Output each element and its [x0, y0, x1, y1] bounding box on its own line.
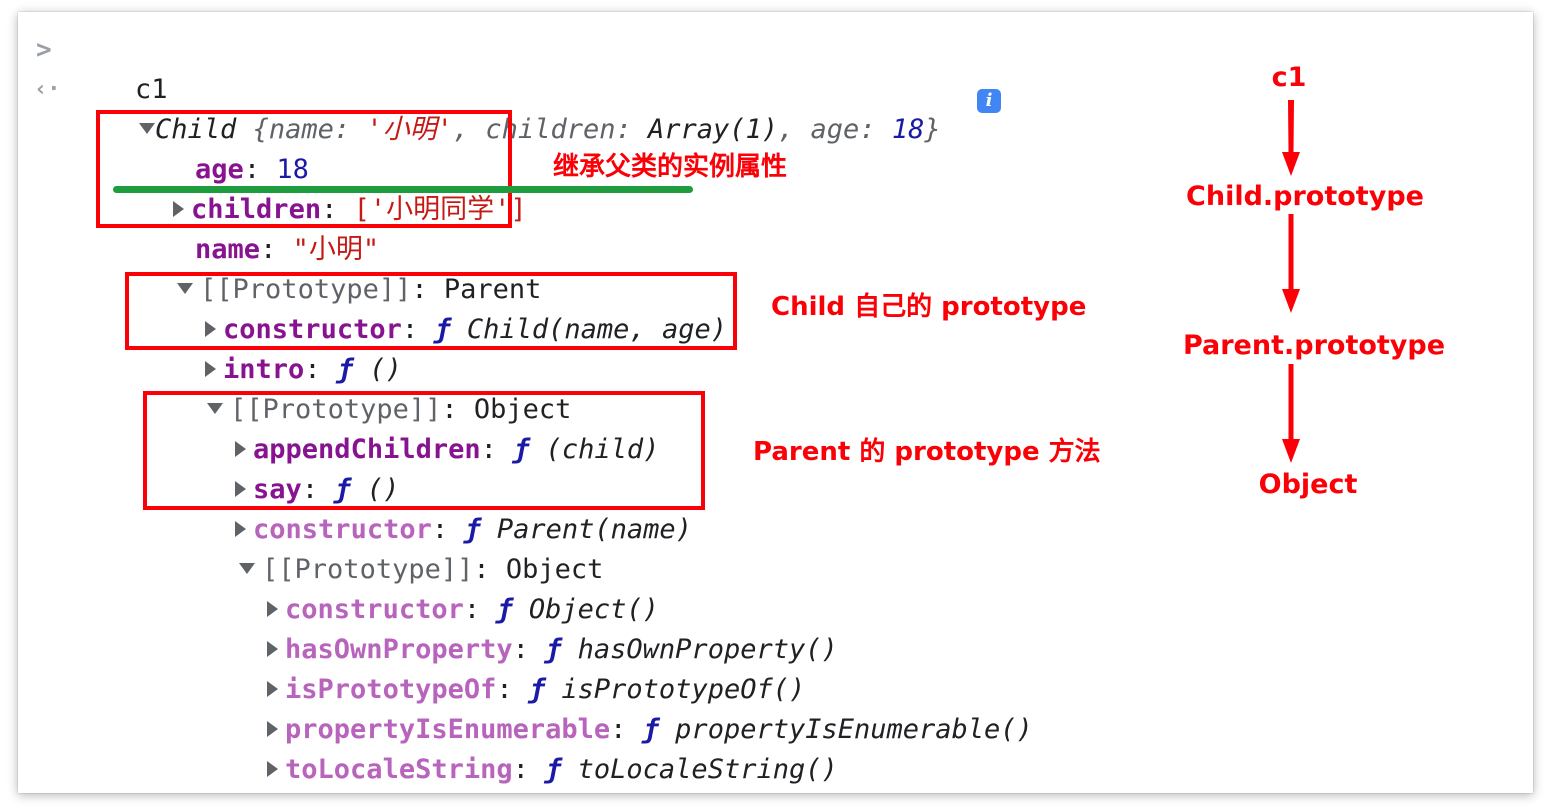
- preview-key-age: age:: [810, 114, 892, 145]
- preview-close-brace: }: [924, 114, 941, 145]
- preview-value-name: '小明': [366, 114, 453, 145]
- return-arrow-icon: ‹·: [34, 77, 61, 102]
- property-value-children: ['小明同学']: [353, 194, 527, 225]
- preview-value-children: Array(1): [647, 114, 779, 145]
- property-value-appendchildren: (child): [529, 434, 660, 465]
- annotation-own-properties: 继承父类的实例属性: [553, 152, 788, 182]
- green-underline-marker: [113, 186, 693, 193]
- property-colon-child-constructor: :: [401, 314, 435, 345]
- annotation-child-prototype: Child 自己的 prototype: [771, 292, 1087, 322]
- chain-arrow-c1-to-child: [1282, 100, 1300, 176]
- prompt-chevron-right-icon: >: [36, 35, 52, 65]
- property-row-tostring[interactable]: toString: ƒ toString(): [202, 750, 643, 793]
- preview-key-children: children:: [485, 114, 648, 145]
- function-marker-icon: ƒ: [513, 434, 530, 465]
- function-marker-icon: ƒ: [434, 314, 451, 345]
- chain-node-child-prototype: Child.prototype: [1186, 181, 1424, 212]
- chain-node-c1: c1: [1271, 62, 1307, 93]
- info-badge-icon[interactable]: i: [977, 89, 1001, 113]
- chain-node-object: Object: [1258, 469, 1358, 500]
- annotation-parent-prototype: Parent 的 prototype 方法: [753, 437, 1101, 467]
- chain-node-parent-prototype: Parent.prototype: [1182, 330, 1446, 361]
- preview-sep-2: ,: [778, 114, 811, 145]
- chain-arrow-child-to-parent: [1282, 214, 1300, 313]
- property-value-child-constructor: Child(name, age): [450, 314, 727, 345]
- property-colon-appendchildren: :: [480, 434, 514, 465]
- chain-arrow-parent-to-object: [1282, 364, 1300, 463]
- preview-sep-1: ,: [452, 114, 486, 145]
- preview-value-age: 18: [891, 114, 925, 145]
